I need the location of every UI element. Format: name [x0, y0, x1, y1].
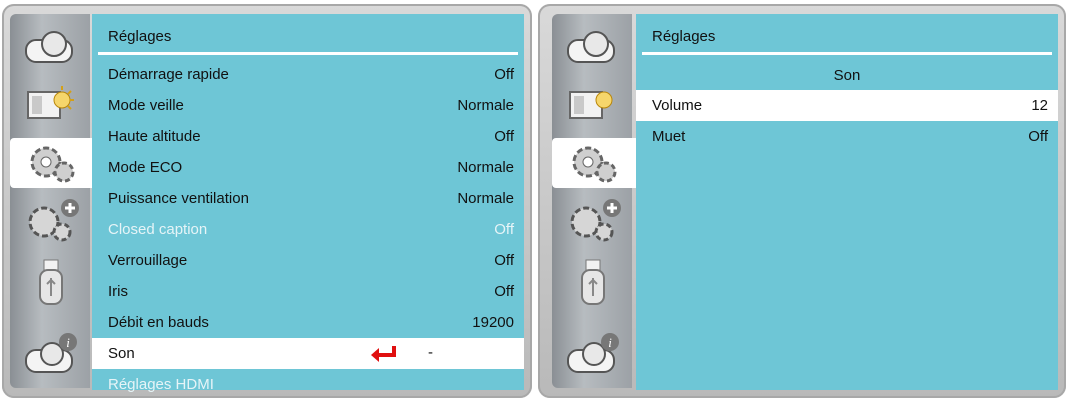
row-value: Normale: [457, 190, 514, 207]
menu-row-puissance-ventilation[interactable]: Puissance ventilation Normale: [92, 183, 524, 214]
gears-icon[interactable]: [552, 138, 636, 188]
row-value: Normale: [457, 159, 514, 176]
row-value: 12: [1031, 97, 1048, 114]
row-value: Off: [1028, 128, 1048, 145]
title-divider: [642, 52, 1052, 55]
gears-plus-icon[interactable]: [16, 194, 86, 244]
menu-row-son[interactable]: Son -: [92, 338, 524, 369]
menu-row-verrouillage[interactable]: Verrouillage Off: [92, 245, 524, 276]
menu-row-closed-caption: Closed caption Off: [92, 214, 524, 245]
svg-text:i: i: [608, 335, 612, 350]
row-label: Verrouillage: [108, 252, 188, 269]
usb-drive-icon[interactable]: [16, 258, 86, 308]
row-value: Off: [494, 128, 514, 145]
row-label: Closed caption: [108, 221, 208, 238]
enter-arrow-icon: [371, 346, 396, 362]
menu-row-reglages-hdmi: Réglages HDMI: [92, 369, 524, 398]
row-value: Normale: [457, 97, 514, 114]
menu-row-mode-veille[interactable]: Mode veille Normale: [92, 90, 524, 121]
row-label: Réglages HDMI: [108, 376, 214, 393]
row-label: Volume: [652, 97, 703, 114]
settings-panel-right: i Réglages Son Volume 12 Muet Off: [538, 4, 1066, 398]
row-label: Mode ECO: [108, 159, 183, 176]
menu-title: Réglages: [652, 28, 716, 45]
title-divider: [98, 52, 518, 55]
settings-panel-left: i Réglages Démarrage rapide Off Mode vei…: [2, 4, 532, 398]
picture-sun-icon[interactable]: [558, 80, 628, 130]
projector-info-icon[interactable]: i: [16, 330, 86, 380]
menu-row-volume[interactable]: Volume 12: [636, 90, 1058, 121]
row-value: Off: [494, 66, 514, 83]
row-value: Off: [494, 252, 514, 269]
row-label: Iris: [108, 283, 128, 300]
row-label: Puissance ventilation: [108, 190, 249, 207]
gears-icon[interactable]: [10, 138, 94, 188]
row-value: Off: [494, 221, 514, 238]
row-value: -: [428, 344, 433, 361]
projector-icon[interactable]: [558, 22, 628, 72]
row-label: Démarrage rapide: [108, 66, 229, 83]
menu-content: Réglages Son Volume 12 Muet Off: [636, 14, 1058, 390]
projector-info-icon[interactable]: i: [558, 330, 628, 380]
menu-row-mode-eco[interactable]: Mode ECO Normale: [92, 152, 524, 183]
submenu-title: Son: [833, 67, 861, 84]
gears-plus-icon[interactable]: [558, 194, 628, 244]
menu-row-demarrage-rapide[interactable]: Démarrage rapide Off: [92, 59, 524, 90]
row-value: 19200: [472, 314, 514, 331]
row-label: Mode veille: [108, 97, 184, 114]
menu-content: Réglages Démarrage rapide Off Mode veill…: [92, 14, 524, 393]
menu-row-debit-en-bauds[interactable]: Débit en bauds 19200: [92, 307, 524, 338]
row-label: Haute altitude: [108, 128, 201, 145]
menu-row-iris[interactable]: Iris Off: [92, 276, 524, 307]
menu-row-haute-altitude[interactable]: Haute altitude Off: [92, 121, 524, 152]
row-label: Muet: [652, 128, 686, 145]
category-sidebar: i: [10, 14, 94, 388]
row-label: Son: [108, 345, 135, 362]
svg-text:i: i: [66, 335, 70, 350]
menu-title: Réglages: [108, 28, 172, 45]
category-sidebar: i: [552, 14, 636, 388]
projector-icon[interactable]: [16, 22, 86, 72]
menu-row-muet[interactable]: Muet Off: [636, 121, 1058, 152]
row-value: Off: [494, 283, 514, 300]
usb-drive-icon[interactable]: [558, 258, 628, 308]
row-label: Débit en bauds: [108, 314, 209, 331]
picture-sun-icon[interactable]: [16, 80, 86, 130]
